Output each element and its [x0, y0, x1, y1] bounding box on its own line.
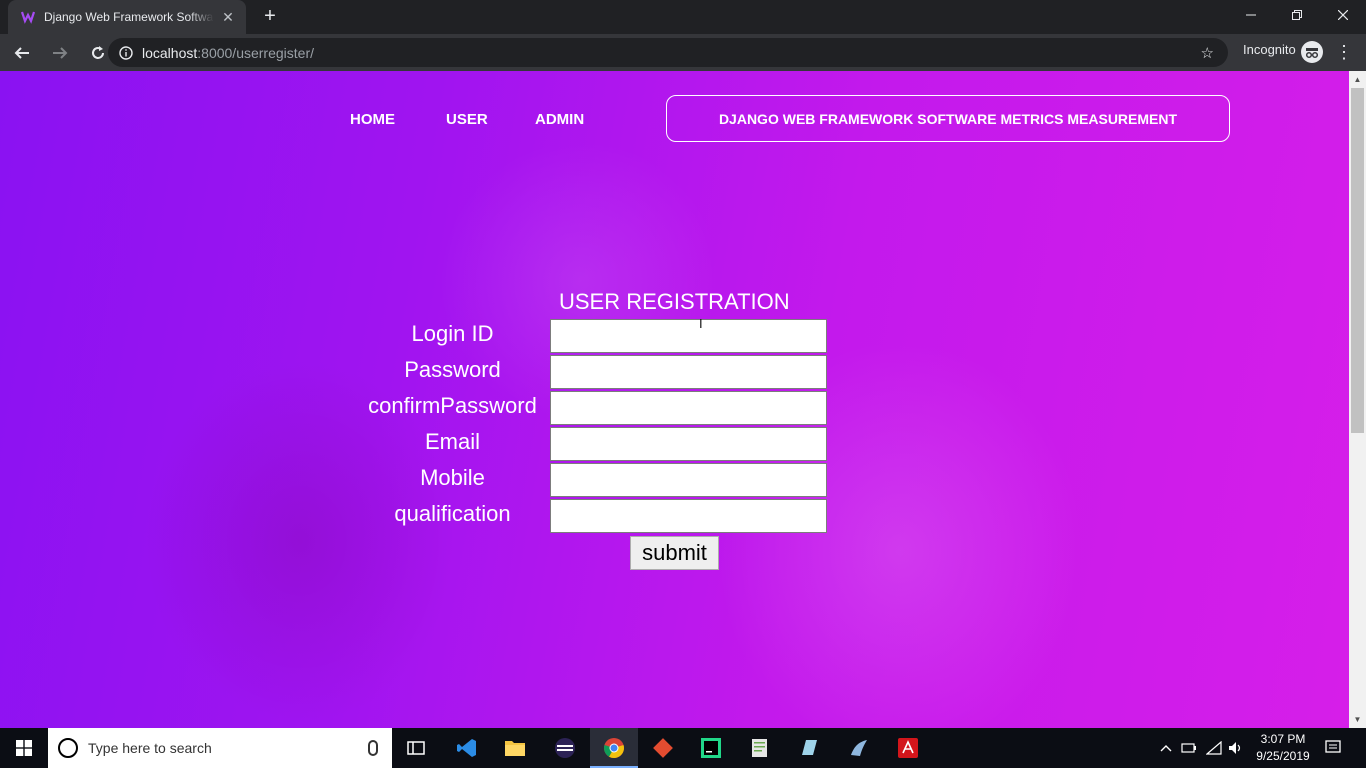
site-brand-title: DJANGO WEB FRAMEWORK SOFTWARE METRICS ME…	[718, 110, 1178, 127]
app-icon[interactable]	[795, 734, 823, 762]
new-tab-button[interactable]: +	[258, 4, 282, 28]
scroll-thumb[interactable]	[1351, 88, 1364, 433]
form-row-mobile: Mobile	[350, 463, 830, 499]
incognito-label: Incognito	[1243, 42, 1296, 57]
tab-close-icon[interactable]: ✕	[220, 9, 236, 26]
scroll-down-icon[interactable]: ▼	[1349, 711, 1366, 728]
browser-tab[interactable]: Django Web Framework Software Metrics Me…	[8, 0, 246, 34]
url-path: :8000/userregister/	[197, 44, 314, 61]
form-row-password: Password	[350, 355, 830, 391]
form-row-login-id: Login ID	[350, 319, 830, 355]
pycharm-icon[interactable]	[697, 734, 725, 762]
chrome-icon[interactable]	[600, 734, 628, 762]
nav-home-link[interactable]: HOME	[350, 111, 395, 128]
incognito-icon[interactable]	[1301, 41, 1323, 63]
qualification-label: qualification	[394, 501, 511, 526]
form-row-qualification: qualification	[350, 499, 830, 535]
page-scrollbar[interactable]: ▲ ▼	[1349, 71, 1366, 728]
microphone-icon[interactable]	[368, 740, 378, 756]
login-id-label: Login ID	[411, 321, 494, 346]
volume-icon[interactable]	[1222, 734, 1250, 762]
email-label: Email	[424, 429, 480, 454]
bookmark-star-icon[interactable]: ☆	[1201, 44, 1214, 62]
taskbar-clock[interactable]: 3:07 PM 9/25/2019	[1252, 731, 1314, 765]
windows-taskbar: Type here to search 3:07 PM 9/25/2019	[0, 728, 1366, 768]
clock-time: 3:07 PM	[1260, 732, 1306, 746]
nav-admin-link[interactable]: ADMIN	[535, 111, 584, 128]
eclipse-icon[interactable]	[551, 734, 579, 762]
notepad-icon[interactable]	[746, 734, 774, 762]
info-icon[interactable]	[118, 45, 134, 61]
taskbar-search-placeholder: Type here to search	[88, 740, 212, 756]
site-brand: DJANGO WEB FRAMEWORK SOFTWARE METRICS ME…	[666, 95, 1230, 142]
git-icon[interactable]	[649, 734, 677, 762]
nav-user-link[interactable]: USER	[446, 111, 488, 128]
confirm-password-input[interactable]	[550, 391, 827, 425]
url-host: localhost	[142, 44, 198, 61]
email-input[interactable]	[550, 427, 827, 461]
qualification-input[interactable]	[550, 499, 827, 533]
login-id-input[interactable]	[550, 319, 827, 353]
clock-date: 9/25/2019	[1256, 749, 1310, 763]
submit-button[interactable]: submit	[630, 536, 719, 570]
forward-arrow-icon[interactable]	[44, 37, 76, 69]
acrobat-icon[interactable]	[894, 734, 922, 762]
password-input[interactable]	[550, 355, 827, 389]
back-arrow-icon[interactable]	[6, 37, 38, 69]
vscode-icon[interactable]	[453, 734, 481, 762]
notification-icon[interactable]	[1324, 738, 1342, 756]
browser-titlebar: Django Web Framework Software Metrics Me…	[0, 0, 1366, 34]
django-favicon-icon	[20, 9, 36, 25]
battery-icon[interactable]	[1175, 734, 1203, 762]
mobile-label: Mobile	[420, 465, 485, 490]
password-label: Password	[404, 357, 501, 382]
close-window-icon[interactable]	[1320, 0, 1366, 30]
browser-menu-icon[interactable]: ⋮	[1334, 42, 1354, 62]
mysql-icon[interactable]	[845, 734, 873, 762]
tab-title: Django Web Framework Software Metrics Me…	[44, 10, 214, 24]
window-controls	[1228, 0, 1366, 30]
minimize-icon[interactable]	[1228, 0, 1274, 30]
form-row-email: Email	[350, 427, 830, 463]
cortana-icon	[58, 738, 78, 758]
taskbar-search[interactable]: Type here to search	[48, 728, 392, 768]
scroll-up-icon[interactable]: ▲	[1349, 71, 1366, 88]
browser-toolbar: localhost:8000/userregister/ ☆	[0, 34, 1366, 71]
windows-start-icon[interactable]	[0, 728, 48, 768]
page-title: USER REGISTRATION	[559, 289, 790, 314]
confirm-password-label: confirmPassword	[368, 393, 537, 418]
mobile-input[interactable]	[550, 463, 827, 497]
text-cursor-icon: I	[699, 316, 703, 331]
form-row-confirm-password: confirmPassword	[350, 391, 830, 427]
file-explorer-icon[interactable]	[501, 734, 529, 762]
page-viewport: HOME USER ADMIN DJANGO WEB FRAMEWORK SOF…	[0, 71, 1349, 728]
address-bar[interactable]: localhost:8000/userregister/ ☆	[108, 38, 1228, 67]
restore-icon[interactable]	[1274, 0, 1320, 30]
task-view-icon[interactable]	[402, 734, 430, 762]
